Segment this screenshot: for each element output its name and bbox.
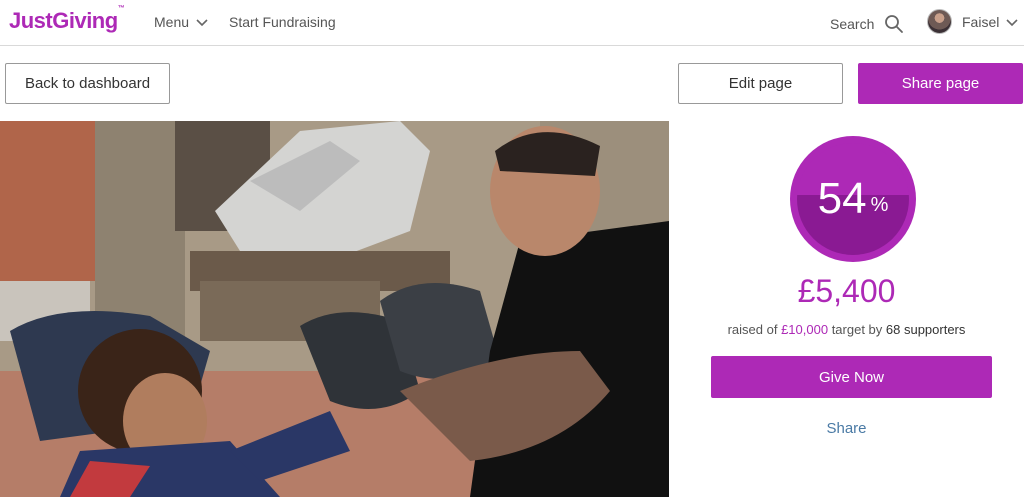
give-now-label: Give Now (818, 368, 885, 386)
percent-value: 54 (817, 174, 867, 223)
supporters-count: 68 supporters (885, 322, 966, 337)
percent-symbol: % (870, 193, 889, 216)
user-menu[interactable]: Faisel (927, 9, 1019, 34)
edit-label: Edit page (728, 75, 793, 92)
logo-text: JustGiving (9, 8, 118, 33)
start-fundraising-label: Start Fundraising (229, 14, 336, 30)
search-icon (885, 15, 904, 33)
user-name: Faisel (962, 13, 1000, 30)
back-label: Back to dashboard (24, 75, 151, 92)
raised-summary: raised of £10,000 target by 68 supporter… (669, 322, 1024, 337)
start-fundraising-link[interactable]: Start Fundraising (229, 14, 336, 30)
back-to-dashboard-button[interactable]: Back to dashboard (5, 63, 170, 104)
chevron-down-icon (1006, 18, 1018, 26)
search-label: Search (830, 16, 875, 32)
share-link[interactable]: Share (669, 420, 1024, 437)
share-page-button[interactable]: Share page (858, 63, 1023, 104)
hero-photo-illustration (0, 121, 669, 497)
hero-image (0, 121, 669, 497)
avatar (927, 9, 952, 34)
justgiving-logo[interactable]: JustGiving™ (9, 4, 125, 34)
progress-percent: 54 % (797, 143, 909, 255)
give-now-button[interactable]: Give Now (711, 356, 992, 398)
edit-page-button[interactable]: Edit page (678, 63, 843, 104)
progress-circle: 54 % (797, 143, 909, 255)
menu-dropdown[interactable]: Menu (154, 14, 209, 30)
share-page-label: Share page (901, 75, 980, 92)
menu-label: Menu (154, 14, 190, 30)
fundraising-panel: 54 % £5,400 raised of £10,000 target by … (669, 121, 1024, 497)
raised-prefix: raised of (727, 322, 782, 337)
top-navigation: JustGiving™ Menu Start Fundraising Searc… (0, 0, 1024, 46)
raised-amount: £5,400 (797, 273, 896, 309)
target-amount: £10,000 (781, 322, 829, 337)
progress-ring: 54 % (790, 136, 916, 262)
search-button[interactable]: Search (830, 14, 904, 34)
logo-tm: ™ (117, 4, 125, 12)
share-link-label: Share (826, 420, 867, 437)
target-suffix: target by (828, 322, 886, 337)
chevron-down-icon (196, 19, 208, 27)
